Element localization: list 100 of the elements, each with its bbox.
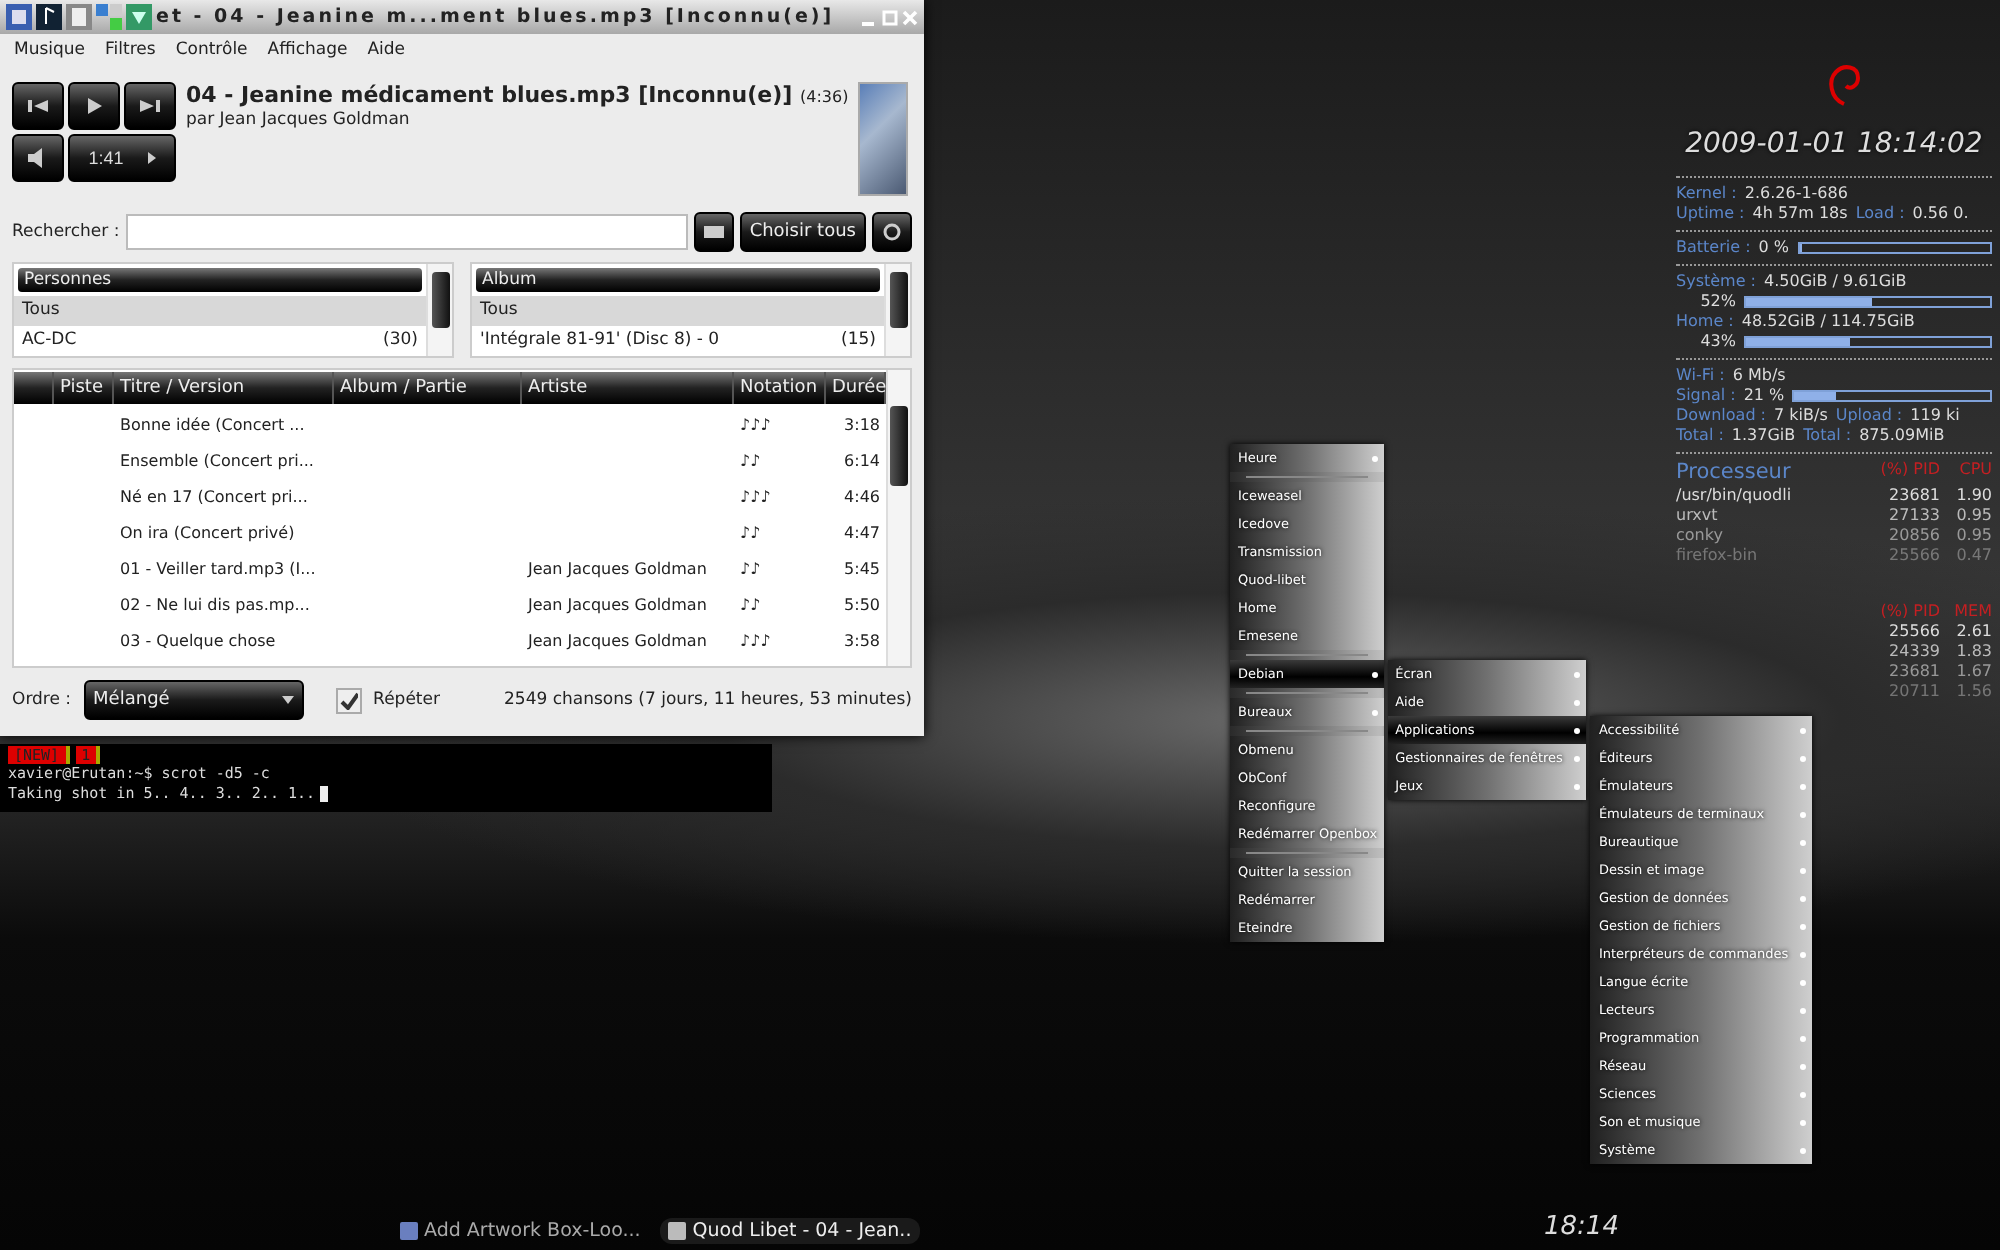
submenu-dot-icon [1800, 867, 1807, 873]
table-cell-text: 5:50 [842, 595, 882, 613]
stat-label: Signal : [1676, 386, 1736, 404]
submenu-dot-icon [1800, 1119, 1807, 1125]
menu-bar-item[interactable]: Affichage [267, 40, 348, 68]
list-item[interactable]: Tous [472, 296, 884, 327]
repeat-label: Répéter [373, 690, 440, 710]
taskbar-button[interactable]: Add Artwork Box-Loo... [392, 1218, 649, 1244]
process-usage: 0.95 [1954, 526, 1992, 544]
menu-bar-item[interactable]: Filtres [105, 40, 156, 68]
volume-button[interactable] [12, 134, 64, 182]
rating-notes: ♪♪♪ [738, 631, 773, 649]
next-button[interactable] [124, 82, 176, 130]
seek-button[interactable]: 1:41 [68, 134, 176, 182]
status-text: 2549 chansons (7 jours, 11 heures, 53 minutes) [504, 690, 912, 710]
menu-bar-item[interactable]: Musique [14, 40, 86, 68]
table-cell-text: 6:14 [842, 451, 882, 469]
table-cell-text: 03 - Quelque chose [118, 631, 278, 649]
table-cell-text: Né en 17 (Concert pri... [118, 487, 310, 505]
caret-icon [281, 696, 294, 704]
stat-value: 875.09MiB [1859, 426, 1945, 444]
submenu-dot-icon [1371, 455, 1378, 461]
stat-value: 0 % [1758, 238, 1789, 256]
submenu-dot-icon [1574, 727, 1581, 733]
previous-button[interactable] [12, 82, 64, 130]
submenu-dot-icon [1800, 1007, 1807, 1013]
order-label: Ordre : [12, 690, 72, 710]
select-all-button[interactable]: Choisir tous [739, 212, 866, 252]
submenu-dot-icon [1800, 923, 1807, 929]
refresh-button[interactable] [872, 212, 912, 252]
play-button[interactable] [68, 82, 120, 130]
process-pid: 25566 [1887, 546, 1940, 564]
stat-value: 4h 57m 18s [1752, 204, 1848, 222]
column-header[interactable]: Durée [826, 372, 886, 404]
column-header[interactable] [14, 372, 54, 404]
refresh-icon [882, 222, 902, 242]
table-cell-text: Jean Jacques Goldman [525, 631, 709, 649]
column-header[interactable]: Personnes [18, 268, 422, 293]
stat-label: Load : [1855, 204, 1905, 222]
cursor [319, 786, 328, 802]
rating-notes: ♪♪ [738, 559, 763, 577]
column-header[interactable]: Notation [734, 372, 826, 404]
process-pid: 27133 [1887, 506, 1940, 524]
submenu-dot-icon [1800, 811, 1807, 817]
order-dropdown[interactable]: Mélangé [83, 680, 304, 720]
repeat-checkbox[interactable] [335, 687, 362, 713]
previous-icon [26, 96, 50, 116]
submenu-dot-icon [1574, 783, 1581, 789]
column-header[interactable]: Album / Partie [334, 372, 522, 404]
submenu-dot-icon [1800, 727, 1807, 733]
list-item[interactable]: AC-DC (30) [14, 326, 426, 356]
table-cell-text: 3:18 [842, 415, 882, 433]
section-title: Processeur [1676, 460, 1793, 484]
stat-value: 119 ki [1910, 406, 1960, 424]
menu-bar-item[interactable]: Contrôle [175, 40, 248, 68]
column-header[interactable]: Piste [54, 372, 114, 404]
column-header[interactable]: Artiste [522, 372, 734, 404]
stat-label: Système : [1676, 272, 1756, 290]
rating-notes: ♪♪♪ [738, 415, 773, 433]
submenu-dot-icon [1371, 671, 1378, 677]
submenu-dot-icon [1800, 839, 1807, 845]
stat-label: Upload : [1835, 406, 1903, 424]
search-label: Rechercher : [12, 222, 120, 242]
process-usage: 1.56 [1954, 682, 1992, 700]
song-artist: par Jean Jacques Goldman [186, 110, 412, 130]
table-cell-text: Bonne idée (Concert ... [118, 415, 307, 433]
rating-notes: ♪♪ [738, 451, 763, 469]
scrollbar[interactable] [884, 264, 910, 356]
table-cell-text: Ensemble (Concert pri... [118, 451, 316, 469]
window-title: et - 04 - Jeanine m...ment blues.mp3 [Inconnu(e)] [156, 6, 837, 28]
scrollbar[interactable] [886, 370, 910, 666]
date-time: 2009-01-01 18:14:02 [1683, 128, 1985, 160]
next-icon [138, 96, 162, 116]
taskbar-button[interactable]: Quod Libet - 04 - Jean.. [660, 1218, 920, 1244]
stat-label: Home : [1676, 312, 1734, 330]
process-name: conky [1676, 526, 1725, 544]
check-icon [339, 691, 358, 709]
scrollbar[interactable] [426, 264, 452, 356]
swirl-logo-icon [1826, 60, 1862, 108]
list-item[interactable]: Tous [14, 296, 426, 327]
list-item[interactable]: 'Intégrale 81-91' (Disc 8) - 0 (15) [472, 326, 884, 356]
column-header[interactable]: Album [476, 268, 880, 293]
menu-bar-item[interactable]: Aide [367, 40, 406, 68]
submenu-dot-icon [1800, 951, 1807, 957]
column-header: (%) PID [1878, 460, 1940, 482]
table-cell-text: 01 - Veiller tard.mp3 (I... [118, 559, 318, 577]
search-field[interactable] [125, 214, 688, 250]
stat-label: Total : [1803, 426, 1852, 444]
process-pid: 20856 [1887, 526, 1940, 544]
stat-label: Batterie : [1676, 238, 1751, 256]
table-cell-text: Jean Jacques Goldman [525, 559, 709, 577]
submenu-dot-icon [1800, 979, 1807, 985]
launcher-icon[interactable] [36, 4, 62, 30]
process-name: /usr/bin/quodli [1676, 486, 1794, 504]
triangle-icon [147, 152, 156, 164]
table-cell-text: 3:58 [842, 631, 882, 649]
clear-button[interactable] [693, 212, 734, 252]
clear-icon [703, 226, 724, 238]
window-icon [400, 1222, 418, 1240]
column-header[interactable]: Titre / Version [114, 372, 334, 404]
